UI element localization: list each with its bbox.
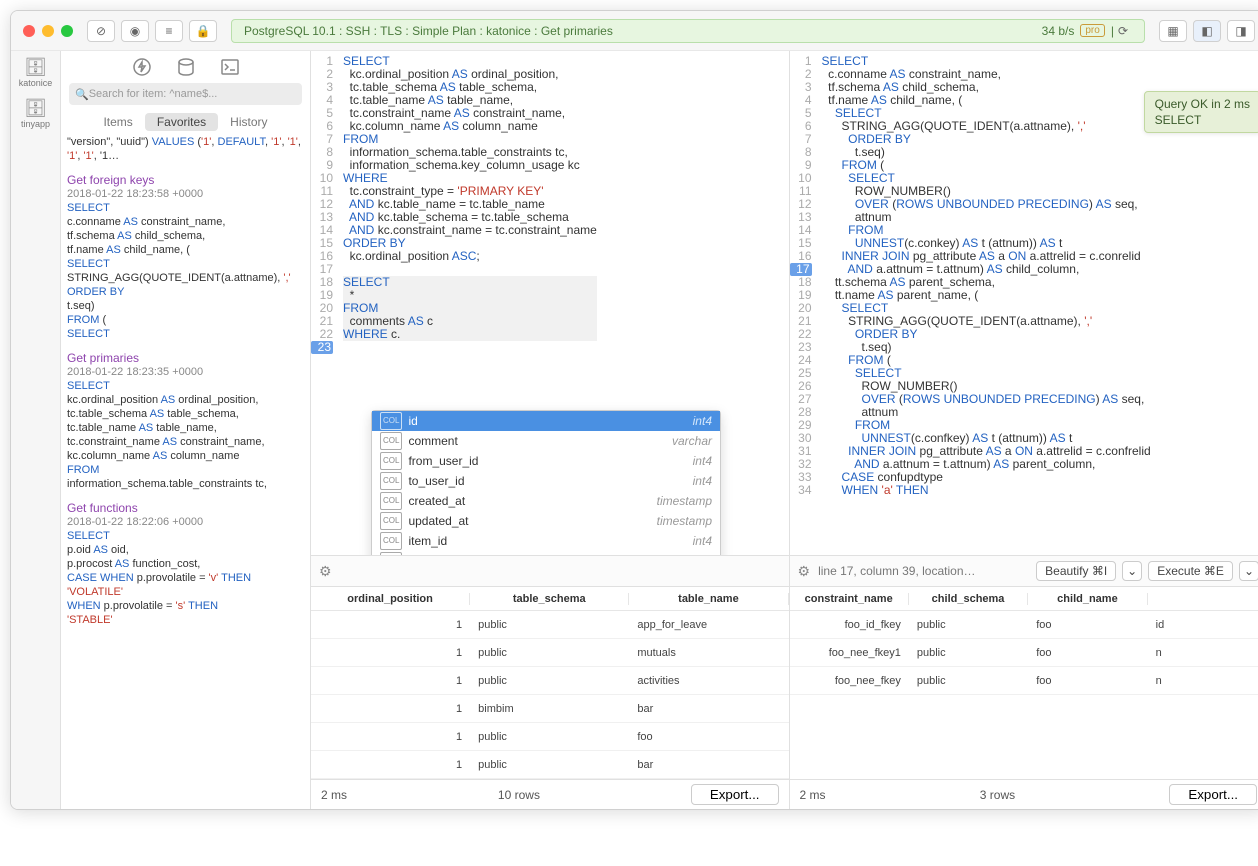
right-panel-button[interactable]: ◨: [1227, 20, 1255, 42]
right-code[interactable]: SELECT c.conname AS constraint_name, tf.…: [818, 51, 1153, 555]
grid-button[interactable]: ▦: [1159, 20, 1187, 42]
right-gutter: 1234567891011121314151617181920212223242…: [790, 51, 818, 555]
fav-item-title[interactable]: Get primaries: [67, 351, 304, 365]
autocomplete-item[interactable]: COLcommentvarchar: [372, 431, 720, 451]
search-input[interactable]: 🔍 Search for item: ^name$...: [69, 83, 302, 105]
table-row[interactable]: 1publicmutuals: [311, 639, 789, 667]
beautify-chevron[interactable]: ⌄: [1122, 561, 1142, 581]
db-icon: 🗄: [16, 57, 56, 78]
speed-text: 34 b/s: [1042, 24, 1075, 38]
fav-item-title[interactable]: Get functions: [67, 501, 304, 515]
gear-icon[interactable]: ⚙: [798, 563, 811, 580]
right-results: constraint_namechild_schemachild_name fo…: [790, 587, 1258, 809]
left-editor[interactable]: 1234567891011121314151617181920212223 SE…: [311, 51, 789, 555]
db-icon[interactable]: [176, 57, 196, 77]
autocomplete-item[interactable]: COLidint4: [372, 411, 720, 431]
execute-button[interactable]: Execute ⌘E: [1148, 561, 1233, 581]
left-toolbar: ⚙: [311, 555, 789, 587]
tab-items[interactable]: Items: [91, 113, 144, 131]
left-results-rows[interactable]: 1publicapp_for_leave1publicmutuals1publi…: [311, 611, 789, 779]
table-row[interactable]: foo_nee_fkeypublicfoon: [790, 667, 1258, 695]
connections-sidebar: 🗄katonice 🗄tinyapp: [11, 51, 61, 809]
tab-history[interactable]: History: [218, 113, 279, 131]
right-results-header: constraint_namechild_schemachild_name: [790, 587, 1258, 611]
fav-item-title[interactable]: Get foreign keys: [67, 173, 304, 187]
table-row[interactable]: foo_id_fkeypublicfooid: [790, 611, 1258, 639]
table-row[interactable]: 1publicapp_for_leave: [311, 611, 789, 639]
lock-button[interactable]: 🔒: [189, 20, 217, 42]
autocomplete-item[interactable]: COLitem_idint4: [372, 531, 720, 551]
favorites-column: 🔍 Search for item: ^name$... Items Favor…: [61, 51, 311, 809]
count-text: 10 rows: [347, 788, 691, 802]
zoom-icon[interactable]: [61, 25, 73, 37]
left-results-header: ordinal_positiontable_schematable_name: [311, 587, 789, 611]
gear-icon[interactable]: ⚙: [319, 563, 332, 580]
queue-button[interactable]: ≡: [155, 20, 183, 42]
reload-icon[interactable]: ⟳: [1114, 24, 1132, 38]
left-pane: 1234567891011121314151617181920212223 SE…: [311, 51, 790, 809]
eye-button[interactable]: ◉: [121, 20, 149, 42]
execute-chevron[interactable]: ⌄: [1239, 561, 1258, 581]
time-text: 2 ms: [800, 788, 826, 802]
traffic-lights: [23, 25, 73, 37]
pro-badge: pro: [1080, 24, 1104, 37]
autocomplete-item[interactable]: COLupdated_attimestamp: [372, 511, 720, 531]
body: 🗄katonice 🗄tinyapp 🔍 Search for item: ^n…: [11, 51, 1258, 809]
query-ok-notification: Query OK in 2 ms SELECT: [1144, 91, 1258, 133]
autocomplete-item[interactable]: COLcreated_attimestamp: [372, 491, 720, 511]
tab-favorites[interactable]: Favorites: [145, 113, 218, 131]
table-row[interactable]: 1publicfoo: [311, 723, 789, 751]
left-gutter: 1234567891011121314151617181920212223: [311, 51, 339, 555]
conn-tinyapp[interactable]: 🗄tinyapp: [16, 98, 56, 129]
window: ⊘ ◉ ≡ 🔒 PostgreSQL 10.1 : SSH : TLS : Si…: [10, 10, 1258, 810]
db-icon: 🗄: [16, 98, 56, 119]
table-row[interactable]: foo_nee_fkey1publicfoon: [790, 639, 1258, 667]
fav-tabs: Items Favorites History: [61, 109, 310, 135]
minimize-icon[interactable]: [42, 25, 54, 37]
table-row[interactable]: 1publicbar: [311, 751, 789, 779]
autocomplete-popup[interactable]: COLidint4COLcommentvarcharCOLfrom_user_i…: [371, 410, 721, 555]
autocomplete-item[interactable]: COLattachmentbytea: [372, 551, 720, 555]
panes: 1234567891011121314151617181920212223 SE…: [311, 51, 1258, 809]
left-panel-button[interactable]: ◧: [1193, 20, 1221, 42]
stop-button[interactable]: ⊘: [87, 20, 115, 42]
right-editor[interactable]: 1234567891011121314151617181920212223242…: [790, 51, 1258, 555]
count-text: 3 rows: [826, 788, 1170, 802]
cursor-location: line 17, column 39, location…: [818, 564, 975, 578]
favorites-list[interactable]: "version", "uuid") VALUES ('1', DEFAULT,…: [61, 135, 310, 809]
titlebar: ⊘ ◉ ≡ 🔒 PostgreSQL 10.1 : SSH : TLS : Si…: [11, 11, 1258, 51]
autocomplete-item[interactable]: COLfrom_user_idint4: [372, 451, 720, 471]
beautify-button[interactable]: Beautify ⌘I: [1036, 561, 1116, 581]
table-row[interactable]: 1bimbimbar: [311, 695, 789, 723]
export-button[interactable]: Export...: [691, 784, 779, 805]
right-toolbar: ⚙ line 17, column 39, location… Beautify…: [790, 555, 1258, 587]
autocomplete-item[interactable]: COLto_user_idint4: [372, 471, 720, 491]
export-button[interactable]: Export...: [1169, 784, 1257, 805]
right-results-rows[interactable]: foo_id_fkeypublicfooidfoo_nee_fkey1publi…: [790, 611, 1258, 779]
close-icon[interactable]: [23, 25, 35, 37]
left-results-footer: 2 ms 10 rows Export...: [311, 779, 789, 809]
table-row[interactable]: 1publicactivities: [311, 667, 789, 695]
right-pane: 1234567891011121314151617181920212223242…: [790, 51, 1258, 809]
time-text: 2 ms: [321, 788, 347, 802]
terminal-icon[interactable]: [220, 57, 240, 77]
bolt-icon[interactable]: [132, 57, 152, 77]
fav-top-icons: [61, 51, 310, 79]
address-bar[interactable]: PostgreSQL 10.1 : SSH : TLS : Simple Pla…: [231, 19, 1145, 43]
address-text: PostgreSQL 10.1 : SSH : TLS : Simple Pla…: [244, 24, 613, 38]
conn-katonice[interactable]: 🗄katonice: [16, 57, 56, 88]
right-results-footer: 2 ms 3 rows Export...: [790, 779, 1258, 809]
left-results: ordinal_positiontable_schematable_name 1…: [311, 587, 789, 809]
